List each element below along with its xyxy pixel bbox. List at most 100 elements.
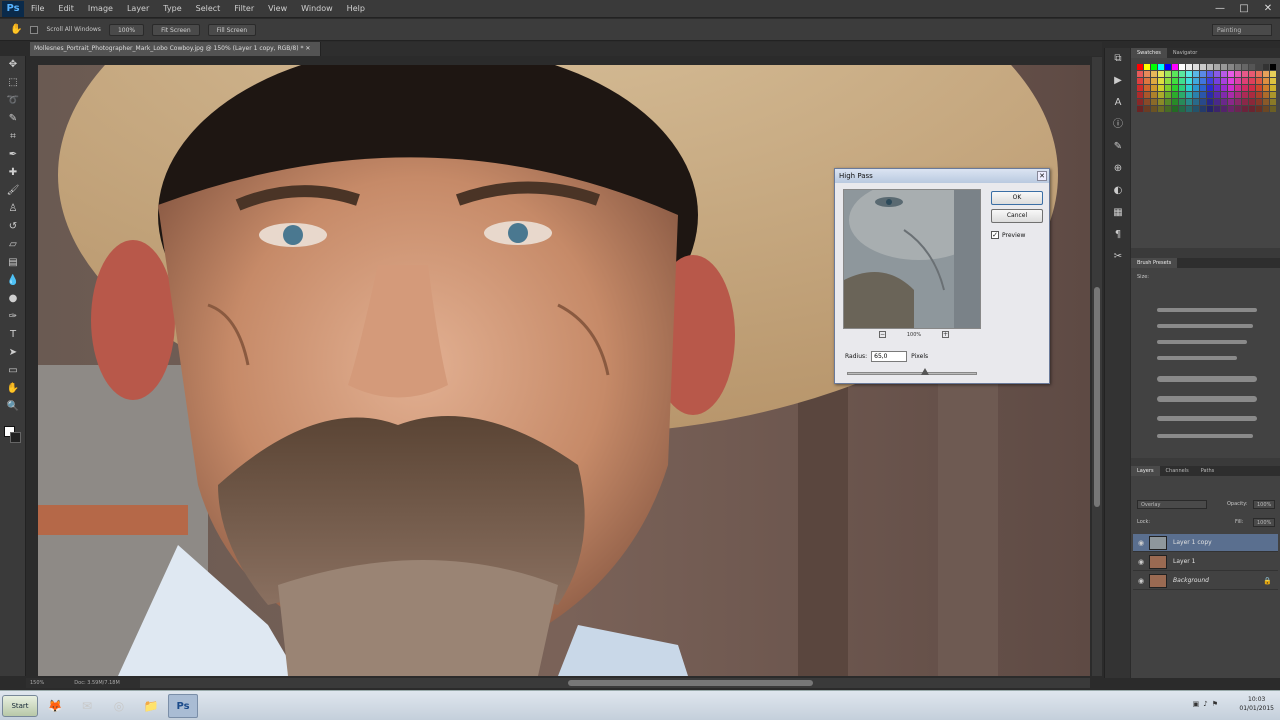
filter-preview[interactable] — [843, 189, 981, 329]
blend-mode-select[interactable]: Overlay — [1137, 500, 1207, 509]
marquee-tool-icon[interactable]: ⬚ — [0, 74, 26, 92]
color-swatch[interactable] — [1172, 106, 1178, 112]
pen-tool-icon[interactable]: ✑ — [0, 308, 26, 326]
color-swatch[interactable] — [1186, 78, 1192, 84]
hand-tool-icon[interactable]: ✋ — [0, 380, 26, 398]
color-swatch[interactable] — [1263, 92, 1269, 98]
color-swatch[interactable] — [1144, 71, 1150, 77]
menu-type[interactable]: Type — [156, 4, 188, 13]
color-swatch[interactable] — [1137, 64, 1143, 70]
color-swatch[interactable] — [1158, 85, 1164, 91]
zoom-in-icon[interactable]: + — [941, 331, 949, 338]
horizontal-scrollbar[interactable] — [140, 678, 1090, 688]
cancel-button[interactable]: Cancel — [991, 209, 1043, 223]
color-swatch[interactable] — [1137, 71, 1143, 77]
color-swatch[interactable] — [1270, 71, 1276, 77]
start-button[interactable]: Start — [2, 694, 38, 717]
brush-stroke[interactable] — [1157, 396, 1257, 402]
color-swatch[interactable] — [1186, 92, 1192, 98]
color-swatch[interactable] — [1207, 92, 1213, 98]
tab-channels[interactable]: Channels — [1160, 466, 1195, 476]
color-swatch[interactable] — [1270, 99, 1276, 105]
color-swatch[interactable] — [1165, 78, 1171, 84]
flag-icon[interactable]: ⚑ — [1212, 700, 1218, 708]
brush-stroke[interactable] — [1157, 340, 1247, 344]
tab-swatches[interactable]: Swatches — [1131, 48, 1167, 58]
color-swatch[interactable] — [1158, 106, 1164, 112]
color-swatch[interactable] — [1186, 64, 1192, 70]
crop-tool-icon[interactable]: ⌗ — [0, 128, 26, 146]
color-swatch[interactable] — [1242, 78, 1248, 84]
tab-brush-presets[interactable]: Brush Presets — [1131, 258, 1178, 268]
color-swatch[interactable] — [1200, 85, 1206, 91]
color-swatch[interactable] — [1200, 71, 1206, 77]
color-swatch[interactable] — [1235, 92, 1241, 98]
color-swatch[interactable] — [1228, 78, 1234, 84]
color-swatch[interactable] — [1256, 92, 1262, 98]
color-swatch[interactable] — [1249, 99, 1255, 105]
radius-input[interactable] — [871, 351, 908, 362]
color-swatch[interactable] — [1249, 85, 1255, 91]
color-swatch[interactable] — [1179, 99, 1185, 105]
character-panel-icon[interactable]: A — [1105, 92, 1131, 114]
color-swatch[interactable] — [1172, 99, 1178, 105]
radius-slider-thumb[interactable] — [921, 368, 929, 375]
color-swatch[interactable] — [1235, 64, 1241, 70]
color-swatch[interactable] — [1158, 92, 1164, 98]
ok-button[interactable]: OK — [991, 191, 1043, 205]
color-swatch[interactable] — [1151, 85, 1157, 91]
color-swatch[interactable] — [1263, 71, 1269, 77]
close-window-button[interactable]: ✕ — [1256, 0, 1280, 18]
color-swatch[interactable] — [1228, 106, 1234, 112]
color-swatch[interactable] — [1172, 71, 1178, 77]
firefox-icon[interactable]: 🦊 — [40, 694, 70, 718]
color-swatch[interactable] — [1249, 64, 1255, 70]
color-swatch[interactable] — [1179, 64, 1185, 70]
color-swatch[interactable] — [1228, 64, 1234, 70]
color-swatch[interactable] — [1221, 85, 1227, 91]
color-swatch[interactable] — [1137, 78, 1143, 84]
color-swatch[interactable] — [1207, 78, 1213, 84]
system-clock[interactable]: 10:03 01/01/2015 — [1239, 695, 1274, 713]
color-swatch[interactable] — [1207, 71, 1213, 77]
menu-file[interactable]: File — [24, 4, 51, 13]
color-swatch[interactable] — [1172, 92, 1178, 98]
color-swatch[interactable] — [1158, 78, 1164, 84]
lasso-tool-icon[interactable]: ➰ — [0, 92, 26, 110]
color-swatch[interactable] — [1165, 92, 1171, 98]
color-swatch[interactable] — [1165, 71, 1171, 77]
menu-help[interactable]: Help — [340, 4, 372, 13]
brush-stroke[interactable] — [1157, 356, 1237, 360]
color-swatch[interactable] — [1200, 92, 1206, 98]
path-select-tool-icon[interactable]: ➤ — [0, 344, 26, 362]
color-swatch[interactable] — [1214, 71, 1220, 77]
color-swatch[interactable] — [1242, 71, 1248, 77]
clone-stamp-tool-icon[interactable]: ♙ — [0, 200, 26, 218]
menu-layer[interactable]: Layer — [120, 4, 156, 13]
zoom-tool-icon[interactable]: 🔍 — [0, 398, 26, 416]
brush-tool-icon[interactable]: 🖌 — [0, 182, 26, 200]
color-swatch[interactable] — [1207, 106, 1213, 112]
color-swatch[interactable] — [1200, 99, 1206, 105]
color-swatch[interactable] — [1221, 71, 1227, 77]
color-swatch[interactable] — [1144, 78, 1150, 84]
eraser-tool-icon[interactable]: ▱ — [0, 236, 26, 254]
color-swatch[interactable] — [1235, 99, 1241, 105]
color-swatch[interactable] — [1214, 85, 1220, 91]
info-panel-icon[interactable]: ⓘ — [1105, 114, 1131, 136]
hand-tool-icon[interactable]: ✋ — [10, 24, 22, 35]
color-swatch[interactable] — [1256, 78, 1262, 84]
scroll-all-checkbox[interactable] — [30, 25, 39, 34]
color-swatch[interactable] — [1193, 64, 1199, 70]
color-swatch[interactable] — [1242, 92, 1248, 98]
color-swatch[interactable] — [1200, 64, 1206, 70]
color-swatch[interactable] — [1137, 99, 1143, 105]
document-tab[interactable]: Mollesnes_Portrait_Photographer_Mark_Lob… — [30, 42, 322, 56]
color-swatch[interactable] — [1179, 92, 1185, 98]
color-swatch[interactable] — [1151, 78, 1157, 84]
color-swatch[interactable] — [1172, 85, 1178, 91]
layer-row[interactable]: ◉ Layer 1 copy — [1133, 534, 1278, 552]
color-swatch[interactable] — [1270, 78, 1276, 84]
color-swatch[interactable] — [1214, 64, 1220, 70]
brush-stroke[interactable] — [1157, 416, 1257, 421]
